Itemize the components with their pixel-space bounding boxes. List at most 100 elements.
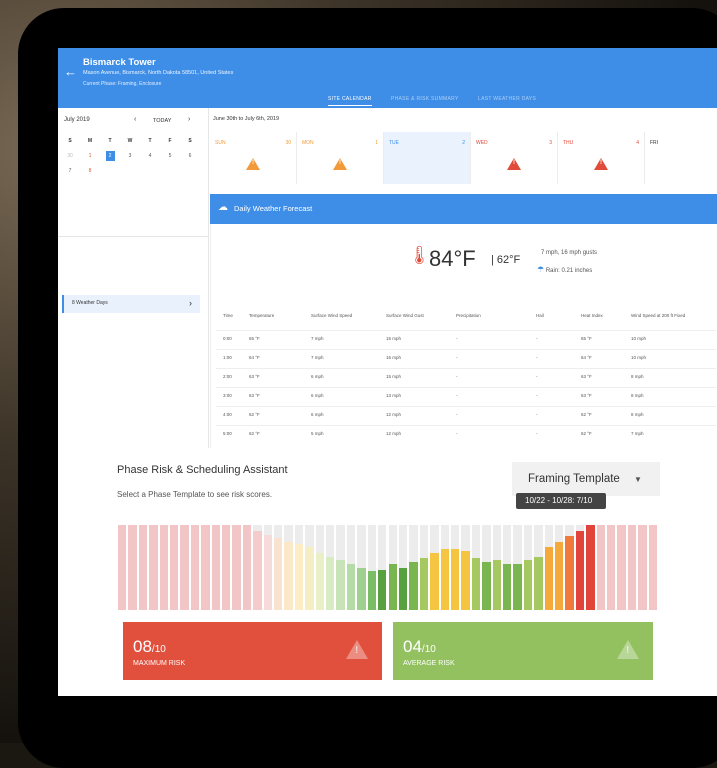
risk-bar[interactable]: [346, 564, 356, 610]
risk-bar[interactable]: [575, 530, 585, 610]
calendar-day[interactable]: 7: [60, 166, 80, 176]
risk-bar[interactable]: [482, 562, 491, 610]
risk-tooltip: 10/22 - 10/28: 7/10: [516, 493, 606, 509]
table-cell: 6 mph: [311, 412, 324, 417]
column-header: Surface Wind Speed: [311, 313, 353, 318]
day-cell-wed[interactable]: WED 3!: [471, 132, 558, 184]
risk-bar[interactable]: [149, 525, 158, 610]
risk-bar[interactable]: [284, 541, 293, 610]
risk-bar[interactable]: [211, 525, 221, 610]
risk-bar[interactable]: [596, 525, 605, 610]
table-cell: -: [456, 355, 458, 360]
risk-bar[interactable]: [201, 525, 210, 610]
risk-bar[interactable]: [544, 547, 553, 610]
calendar-day[interactable]: 1: [80, 151, 100, 161]
tab-phase-risk-summary[interactable]: PHASE & RISK SUMMARY: [391, 96, 459, 102]
tab-last-weather-days[interactable]: LAST WEATHER DAYS: [478, 96, 536, 102]
risk-bar[interactable]: [274, 538, 283, 610]
risk-bar[interactable]: [138, 525, 148, 610]
risk-bar[interactable]: [305, 547, 314, 610]
back-arrow-icon[interactable]: ←: [64, 64, 77, 79]
next-month-icon[interactable]: ›: [188, 116, 190, 123]
calendar-day[interactable]: 8: [80, 166, 100, 176]
risk-bar[interactable]: [180, 525, 189, 610]
weather-days-item[interactable]: 8 Weather Days ›: [62, 295, 200, 313]
risk-bar[interactable]: [440, 549, 449, 610]
calendar-day[interactable]: 4: [140, 151, 160, 161]
risk-bar[interactable]: [430, 552, 439, 610]
day-cell-sun[interactable]: SUN 30!: [210, 132, 297, 184]
risk-bar[interactable]: [419, 558, 429, 610]
risk-bar[interactable]: [534, 556, 543, 610]
table-cell: 4:00: [223, 412, 232, 417]
column-header: Time: [223, 313, 233, 318]
warning-icon: !: [346, 640, 368, 659]
row-divider: [216, 425, 716, 426]
risk-bar[interactable]: [222, 525, 231, 610]
calendar-panel: July 2019 ‹ TODAY › S M T W T F S 30 1 2…: [58, 108, 209, 448]
risk-bar[interactable]: [617, 525, 626, 610]
risk-bar[interactable]: [326, 556, 335, 610]
risk-bar[interactable]: [471, 558, 481, 610]
risk-bar[interactable]: [336, 560, 345, 610]
column-header: Precipitation: [456, 313, 481, 318]
risk-bar[interactable]: [450, 549, 460, 610]
risk-bar[interactable]: [565, 536, 574, 610]
risk-bar[interactable]: [606, 525, 616, 610]
risk-bar[interactable]: [388, 564, 397, 610]
calendar-day[interactable]: 30: [60, 151, 80, 161]
risk-bar[interactable]: [190, 525, 200, 610]
risk-bar[interactable]: [242, 525, 252, 610]
row-divider: [216, 368, 716, 369]
risk-bar[interactable]: [357, 567, 366, 610]
risk-bar[interactable]: [398, 567, 408, 610]
risk-bar[interactable]: [232, 525, 241, 610]
day-cell-tue[interactable]: TUE 2: [384, 132, 471, 184]
template-select[interactable]: Framing Template ▼: [512, 462, 660, 496]
risk-bar[interactable]: [253, 530, 262, 610]
risk-bar[interactable]: [638, 525, 647, 610]
risk-bar[interactable]: [492, 560, 501, 610]
day-cell-fri[interactable]: FRI5: [645, 132, 717, 184]
calendar-day-selected[interactable]: 2: [100, 151, 120, 161]
risk-bar[interactable]: [648, 525, 657, 610]
calendar-day[interactable]: 5: [160, 151, 180, 161]
risk-bar[interactable]: [378, 569, 387, 610]
risk-bar[interactable]: [523, 560, 533, 610]
risk-bar[interactable]: [118, 525, 127, 610]
calendar-day[interactable]: 3: [120, 151, 140, 161]
risk-bar[interactable]: [128, 525, 137, 610]
calendar-day[interactable]: 6: [180, 151, 200, 161]
prev-month-icon[interactable]: ‹: [134, 116, 136, 123]
risk-bar[interactable]: [627, 525, 637, 610]
risk-bar[interactable]: [367, 571, 377, 610]
risk-bar[interactable]: [502, 564, 512, 610]
today-button[interactable]: TODAY: [153, 118, 171, 124]
risk-bar[interactable]: [586, 525, 595, 610]
risk-bar[interactable]: [315, 552, 325, 610]
tab-site-calendar[interactable]: SITE CALENDAR: [328, 96, 372, 106]
table-cell: 10 mph: [631, 336, 647, 341]
risk-bar[interactable]: [513, 564, 522, 610]
risk-bar[interactable]: [461, 551, 470, 610]
day-cell-thu[interactable]: THU 4!: [558, 132, 645, 184]
row-divider: [216, 406, 716, 407]
row-divider: [216, 349, 716, 350]
table-cell: -: [456, 374, 458, 379]
risk-bar[interactable]: [409, 562, 418, 610]
day-date: 2: [462, 140, 465, 146]
table-cell: 7 mph: [311, 336, 324, 341]
table-cell: 7 mph: [311, 355, 324, 360]
weekday-label: T: [108, 138, 112, 144]
weekday-label: W: [127, 138, 133, 144]
average-risk-card: 04/10 AVERAGE RISK !: [393, 622, 653, 680]
risk-bar-chart[interactable]: [118, 518, 659, 610]
risk-bar[interactable]: [294, 543, 304, 610]
day-cell-mon[interactable]: MON 1!: [297, 132, 384, 184]
risk-bar[interactable]: [159, 525, 168, 610]
weekday-label: S: [68, 138, 72, 144]
risk-bar[interactable]: [263, 534, 273, 610]
risk-bar[interactable]: [170, 525, 179, 610]
calendar-month: July 2019: [64, 117, 90, 123]
risk-bar[interactable]: [554, 541, 564, 610]
